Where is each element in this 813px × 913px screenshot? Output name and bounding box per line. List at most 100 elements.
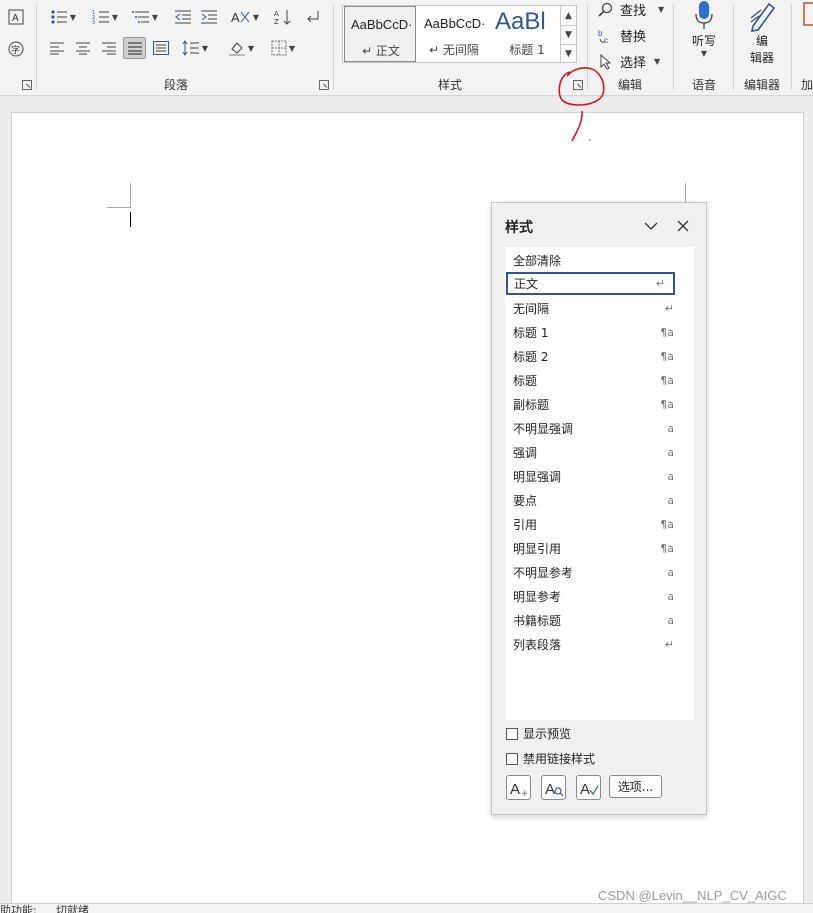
borders-button[interactable]: ▼: [266, 37, 300, 59]
increase-indent-button[interactable]: [198, 6, 220, 28]
svg-text:b: b: [598, 29, 603, 38]
style-list-item[interactable]: 书籍标题 a: [505, 609, 694, 632]
enclose-characters-button[interactable]: 字: [6, 38, 26, 60]
separator: [333, 4, 334, 90]
show-preview-checkbox[interactable]: [506, 727, 518, 740]
character-border-button[interactable]: A: [6, 6, 26, 28]
style-item-name: 全部清除: [513, 254, 562, 268]
search-icon: [598, 2, 613, 17]
manage-styles-button[interactable]: A: [576, 775, 601, 800]
line-spacing-button[interactable]: ▼: [178, 37, 212, 59]
svg-text:A: A: [510, 781, 520, 797]
style-list-item[interactable]: 要点 a: [505, 489, 694, 512]
addins-button[interactable]: [800, 2, 813, 28]
style-list-item[interactable]: 引用 ¶a: [505, 513, 694, 536]
select-button[interactable]: 选择 ▼: [598, 52, 660, 71]
decrease-indent-button[interactable]: [172, 6, 194, 28]
new-style-button[interactable]: A +: [506, 775, 531, 800]
style-type-icon: ↵: [664, 302, 674, 315]
style-type-icon: ¶a: [660, 542, 674, 555]
crop-mark: [107, 207, 131, 208]
style-list-item[interactable]: 标题 2 ¶a: [505, 345, 694, 368]
multilevel-list-button[interactable]: ▼: [128, 6, 162, 28]
dictate-button[interactable]: 听写 ▼: [684, 0, 724, 58]
shading-button[interactable]: ▼: [224, 37, 258, 59]
align-right-button[interactable]: [98, 37, 120, 59]
watermark: CSDN @Levin__NLP_CV_AIGC: [598, 888, 787, 903]
gallery-scroll-down-button[interactable]: ▼: [560, 25, 576, 44]
disable-linked-styles-checkbox[interactable]: [506, 752, 518, 765]
svg-text:字: 字: [11, 44, 20, 56]
show-preview-label: 显示预览: [523, 727, 572, 741]
gallery-style-no-spacing[interactable]: AaBbCcD· ↵ 无间隔: [418, 6, 490, 62]
numbering-button[interactable]: 1 2 3 ▼: [88, 6, 122, 28]
paragraph-dialog-launcher[interactable]: [319, 80, 329, 90]
gallery-style-normal[interactable]: AaBbCcD· ↵ 正文: [344, 6, 416, 62]
text-cursor: [130, 212, 131, 227]
style-item-name: 要点: [513, 494, 538, 508]
clear-all-item[interactable]: 全部清除: [505, 249, 694, 272]
addins-group-label: 加: [801, 78, 813, 92]
style-list-item[interactable]: 强调 a: [505, 441, 694, 464]
style-type-icon: ¶a: [660, 326, 674, 339]
paragraph-group-label: 段落: [163, 78, 188, 92]
style-list-item[interactable]: 不明显参考 a: [505, 561, 694, 584]
style-type-icon: a: [667, 494, 674, 507]
style-item-name: 列表段落: [513, 638, 562, 652]
ribbon: A 字 ▼ 1 2 3 ▼ ▼ A ▼ AZ ▼ ▼ ▼ 段落 AaBbCcD·…: [0, 0, 813, 96]
distributed-button[interactable]: [150, 37, 172, 59]
style-list-item[interactable]: 明显引用 ¶a: [505, 537, 694, 560]
font-dialog-launcher[interactable]: [22, 80, 32, 90]
style-list-item[interactable]: 明显强调 a: [505, 465, 694, 488]
justify-button[interactable]: [123, 37, 146, 59]
gallery-more-button[interactable]: ▼: [560, 44, 576, 62]
style-item-name: 副标题: [513, 398, 550, 412]
style-item-name: 正文: [514, 277, 539, 291]
close-icon[interactable]: [674, 217, 692, 235]
svg-text:A: A: [545, 781, 555, 797]
style-list-item[interactable]: 列表段落 ↵: [505, 633, 694, 656]
show-formatting-marks-button[interactable]: [302, 6, 324, 28]
style-list-item[interactable]: 正文 ↵: [506, 272, 675, 295]
svg-text:A: A: [12, 13, 19, 24]
style-type-icon: a: [667, 422, 674, 435]
style-list-item[interactable]: 不明显强调 a: [505, 417, 694, 440]
show-preview-option[interactable]: 显示预览: [506, 725, 571, 742]
style-item-name: 标题 2: [513, 350, 549, 364]
disable-linked-styles-option[interactable]: 禁用链接样式: [506, 750, 595, 767]
style-list: 全部清除 正文 ↵ 无间隔 ↵ 标题 1 ¶a 标题 2 ¶a 标题 ¶a 副标题 ¶a 不明显强调 a 强调…: [505, 247, 694, 720]
gallery-style-heading-1[interactable]: AaBl 标题 1: [491, 6, 563, 62]
style-list-item[interactable]: 无间隔 ↵: [505, 297, 694, 320]
accessibility-status[interactable]: 助功能:: [0, 904, 37, 913]
sort-button[interactable]: AZ: [272, 6, 294, 28]
options-button[interactable]: 选项...: [609, 775, 662, 798]
gallery-scroll-up-button[interactable]: ▲: [560, 6, 576, 25]
style-type-icon: ↵: [664, 638, 674, 651]
editor-group-label: 编辑器: [743, 78, 780, 92]
svg-text:c: c: [604, 36, 608, 44]
style-item-name: 无间隔: [513, 302, 550, 316]
style-list-item[interactable]: 标题 1 ¶a: [505, 321, 694, 344]
style-type-icon: a: [667, 590, 674, 603]
style-list-item[interactable]: 明显参考 a: [505, 585, 694, 608]
bullets-button[interactable]: ▼: [46, 6, 80, 28]
disable-linked-styles-label: 禁用链接样式: [523, 752, 596, 766]
style-list-item[interactable]: 标题 ¶a: [505, 369, 694, 392]
editor-label-line2: 辑器: [749, 51, 774, 65]
style-item-name: 明显引用: [513, 542, 562, 556]
styles-pane-launcher[interactable]: [573, 80, 583, 90]
align-left-button[interactable]: [46, 37, 68, 59]
manage-styles-icon: A: [580, 781, 599, 797]
find-button[interactable]: 查找 ▼: [598, 0, 664, 19]
pane-options-chevron-icon[interactable]: [642, 217, 660, 235]
chinese-layout-button[interactable]: A ▼: [228, 6, 262, 28]
style-item-name: 引用: [513, 518, 538, 532]
style-inspector-button[interactable]: A: [541, 775, 566, 800]
align-center-button[interactable]: [72, 37, 94, 59]
style-list-item[interactable]: 副标题 ¶a: [505, 393, 694, 416]
editor-pen-icon: [750, 2, 776, 32]
replace-button[interactable]: bc 替换: [598, 26, 646, 46]
style-type-icon: ↵: [655, 277, 665, 290]
editor-button[interactable]: 编 辑器: [742, 0, 782, 66]
dictate-label: 听写: [691, 34, 716, 48]
